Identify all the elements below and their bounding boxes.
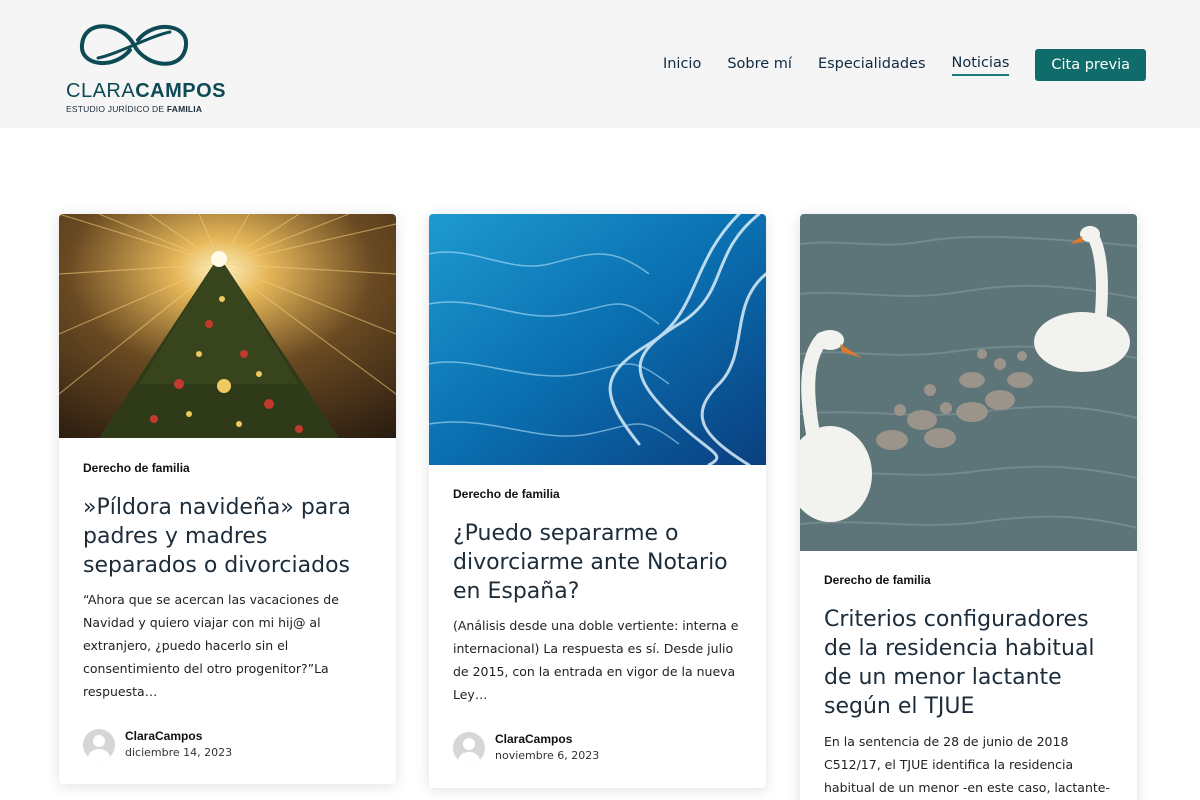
brand-tagline: ESTUDIO JURÍDICO DE FAMILIA (66, 104, 202, 114)
swans-image[interactable] (800, 214, 1137, 551)
post-date: noviembre 6, 2023 (495, 749, 600, 762)
post-title[interactable]: »Píldora navideña» para padres y madres … (83, 493, 374, 580)
christmas-tree-image[interactable] (59, 214, 396, 438)
brand-name-last: CAMPOS (135, 80, 226, 102)
post-card[interactable]: Derecho de familia »Píldora navideña» pa… (59, 214, 396, 784)
brand-name: CLARACAMPOS (66, 80, 226, 103)
post-category[interactable]: Derecho de familia (824, 573, 931, 587)
post-title[interactable]: ¿Puedo separarme o divorciarme ante Nota… (453, 519, 744, 606)
post-title[interactable]: Criterios configuradores de la residenci… (824, 605, 1115, 721)
author-avatar (453, 732, 485, 764)
post-card[interactable]: Derecho de familia ¿Puedo separarme o di… (429, 214, 766, 788)
main-nav: Inicio Sobre mí Especialidades Noticias … (663, 49, 1146, 81)
post-category[interactable]: Derecho de familia (453, 487, 560, 501)
post-category[interactable]: Derecho de familia (83, 461, 190, 475)
author-name[interactable]: ClaraCampos (495, 732, 572, 746)
cita-previa-button[interactable]: Cita previa (1035, 49, 1146, 81)
nav-link-noticias[interactable]: Noticias (951, 55, 1010, 76)
post-excerpt: (Análisis desde una doble vertiente: int… (453, 618, 739, 702)
brand-name-first: CLARA (66, 80, 136, 102)
post-date: diciembre 14, 2023 (125, 746, 233, 759)
nav-link-especialidades[interactable]: Especialidades (818, 56, 926, 75)
post-excerpt: “Ahora que se acercan las vacaciones de … (83, 592, 339, 699)
nav-link-sobre-mi[interactable]: Sobre mí (727, 56, 792, 75)
post-excerpt: En la sentencia de 28 de junio de 2018 C… (824, 734, 1110, 795)
site-logo[interactable]: CLARACAMPOS ESTUDIO JURÍDICO DE FAMILIA (66, 14, 226, 118)
brand-tagline-text: ESTUDIO JURÍDICO DE (66, 104, 167, 114)
site-header: CLARACAMPOS ESTUDIO JURÍDICO DE FAMILIA … (0, 0, 1200, 128)
author-avatar (83, 729, 115, 761)
author-name[interactable]: ClaraCampos (125, 729, 202, 743)
post-card[interactable]: Derecho de familia Criterios configurado… (800, 214, 1137, 800)
ocean-waves-image[interactable] (429, 214, 766, 465)
nav-link-inicio[interactable]: Inicio (663, 56, 701, 75)
logo-mark-icon (80, 24, 188, 66)
brand-tagline-bold: FAMILIA (166, 104, 203, 114)
